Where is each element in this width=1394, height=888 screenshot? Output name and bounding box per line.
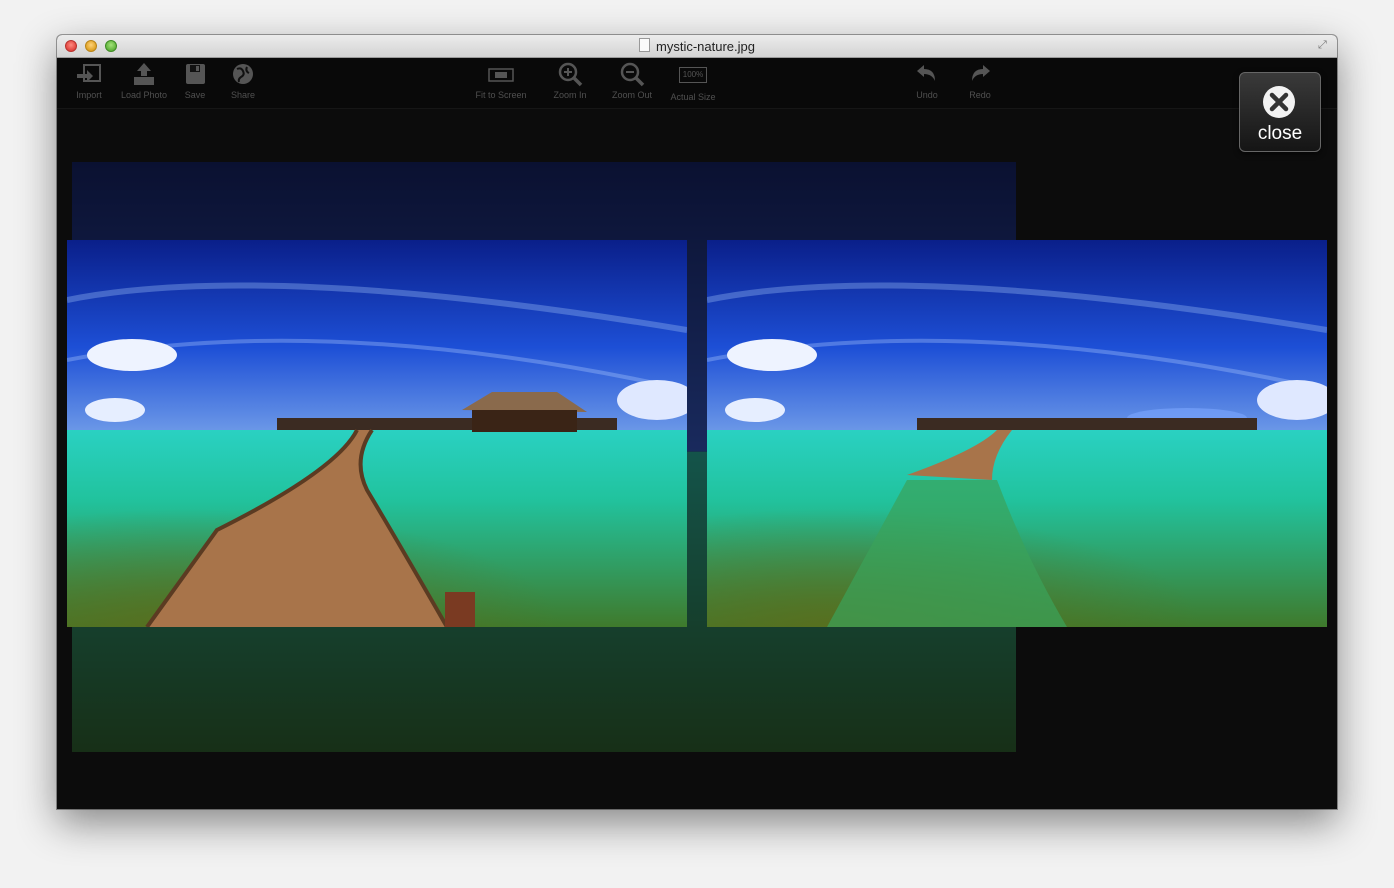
- redo-button[interactable]: Redo: [966, 61, 994, 100]
- close-x-icon: [1263, 86, 1295, 118]
- undo-arrow-icon: [917, 65, 935, 81]
- title-bar: mystic-nature.jpg ⤢: [57, 35, 1337, 58]
- import-label: Import: [76, 90, 102, 100]
- share-button[interactable]: Share: [228, 61, 258, 100]
- upload-icon: [134, 63, 154, 85]
- globe-icon: [233, 64, 253, 84]
- document-icon: [639, 38, 650, 52]
- edited-photo: [707, 240, 1327, 627]
- load-photo-button[interactable]: Load Photo: [119, 61, 169, 100]
- zoom-in-button[interactable]: Zoom In: [550, 61, 590, 100]
- toolbar: Import Load Photo Save Share Fit to Scre…: [57, 58, 1337, 109]
- window-title-container: mystic-nature.jpg: [57, 38, 1337, 54]
- original-photo: [67, 240, 687, 627]
- fit-to-screen-button[interactable]: Fit to Screen: [471, 61, 531, 100]
- zoom-out-label: Zoom Out: [611, 90, 652, 100]
- fullscreen-icon[interactable]: ⤢: [1318, 39, 1331, 52]
- zoom-out-button[interactable]: Zoom Out: [609, 61, 655, 100]
- redo-label: Redo: [969, 90, 991, 100]
- save-label: Save: [184, 90, 206, 100]
- canvas-area: [57, 109, 1337, 809]
- window-title: mystic-nature.jpg: [656, 39, 755, 54]
- actual-size-icon: 100%: [679, 67, 707, 83]
- import-button[interactable]: Import: [73, 61, 105, 100]
- actual-size-button[interactable]: 100% Actual Size: [667, 61, 719, 102]
- floppy-disk-icon: [186, 64, 205, 84]
- fit-to-screen-label: Fit to Screen: [475, 90, 527, 100]
- redo-arrow-icon: [972, 65, 990, 81]
- actual-size-label: Actual Size: [670, 92, 716, 102]
- close-label: close: [1257, 123, 1303, 144]
- save-button[interactable]: Save: [181, 61, 209, 100]
- fit-screen-icon: [488, 68, 514, 82]
- import-icon: [77, 64, 101, 82]
- magnifier-plus-icon: [558, 62, 583, 87]
- share-label: Share: [230, 90, 256, 100]
- zoom-in-label: Zoom In: [553, 90, 587, 100]
- app-window: mystic-nature.jpg ⤢ Import Load Photo Sa…: [57, 35, 1337, 809]
- undo-label: Undo: [916, 90, 938, 100]
- undo-button[interactable]: Undo: [913, 61, 941, 100]
- close-button[interactable]: close: [1239, 72, 1321, 152]
- magnifier-minus-icon: [620, 62, 645, 87]
- load-photo-label: Load Photo: [120, 90, 168, 100]
